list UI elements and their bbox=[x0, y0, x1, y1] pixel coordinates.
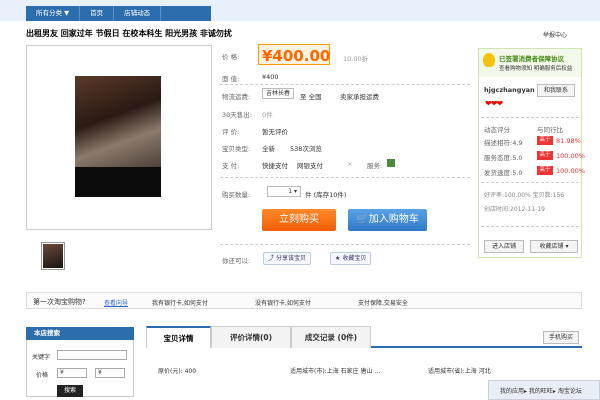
price-max-input[interactable]: ¥ bbox=[95, 368, 125, 378]
tab-records[interactable]: 成交记录 (0件) bbox=[291, 326, 371, 348]
shipping-label: 物流运费: bbox=[222, 93, 251, 101]
divider bbox=[220, 84, 470, 85]
share-button[interactable]: ⤴ 分享该宝贝 bbox=[263, 252, 311, 265]
help-link[interactable]: 支付保障,交易安全 bbox=[358, 298, 408, 307]
payment-label: 支 付: bbox=[222, 162, 240, 170]
rating-shipping: 发货速度:5.0 bbox=[484, 169, 523, 177]
type-label: 宝贝类型: bbox=[222, 145, 251, 153]
favorite-shop-button[interactable]: 收藏店铺 ▾ bbox=[530, 240, 578, 253]
price-value: ¥400.00 bbox=[262, 47, 331, 65]
favorite-item-button[interactable]: ★ 收藏宝贝 bbox=[330, 252, 372, 265]
protect-title: 已签署消费者保障协议 bbox=[499, 55, 564, 63]
nav-home[interactable]: 首页 bbox=[80, 6, 115, 21]
buy-now-button[interactable]: 立刻购买 bbox=[262, 209, 336, 231]
promo-label: 面 值: bbox=[222, 75, 240, 83]
rating-pct: 100.00% bbox=[556, 167, 585, 175]
tab-reviews[interactable]: 评价详情(0) bbox=[211, 326, 291, 348]
rating-title: 动态评分 bbox=[484, 126, 510, 134]
help-link[interactable]: 没有银行卡,如何支付 bbox=[255, 298, 311, 307]
report-link[interactable]: 举报中心 bbox=[543, 30, 567, 39]
price-label: 价 格: bbox=[222, 53, 240, 61]
payment-more[interactable]: × bbox=[347, 160, 352, 168]
favorite-shop-label: 收藏店铺 bbox=[539, 243, 564, 250]
page-title: 出租男友 回家过年 节假日 在校本科生 阳光男孩 非诚勿扰 bbox=[26, 29, 232, 38]
rating-pct: 81.98% bbox=[556, 137, 581, 145]
shipping-to[interactable]: 至 全国 bbox=[300, 91, 322, 101]
guide-link[interactable]: 查看向导 bbox=[104, 298, 128, 307]
divider bbox=[481, 117, 579, 118]
top-nav: 所有分类 ▼ 首页 店铺动态 bbox=[26, 6, 211, 21]
quantity-stepper[interactable]: 1 ▾ bbox=[267, 186, 301, 197]
nav-all-categories[interactable]: 所有分类 ▼ bbox=[26, 6, 81, 21]
keyword-input[interactable] bbox=[57, 350, 127, 360]
shipping-from-select[interactable]: 吉林长春 bbox=[262, 88, 295, 99]
bottom-toolbar-text[interactable]: 我的应用▸ 我的旺旺▸ 淘宝论坛 bbox=[500, 386, 582, 395]
contact-seller-button[interactable]: 和我联系 bbox=[537, 84, 575, 97]
add-to-cart-label: 加入购物车 bbox=[368, 214, 419, 225]
help-link[interactable]: 我有银行卡,如何支付 bbox=[152, 298, 208, 307]
thumbnail-image bbox=[43, 244, 63, 268]
trophy-icon bbox=[483, 53, 495, 67]
sold-label: 30天售出: bbox=[222, 111, 252, 119]
payment-bank: 网银支付 bbox=[297, 162, 323, 170]
main-image-frame bbox=[26, 45, 212, 230]
province-list: 适用城市(省):上海 河北 bbox=[428, 368, 491, 375]
promo-value: ¥400 bbox=[262, 73, 279, 81]
first-time-text: 第一次淘宝购物? bbox=[33, 298, 86, 306]
service-label: 服务: bbox=[367, 162, 383, 170]
good-rate: 好评率:100.00% 宝贝数:156 bbox=[484, 192, 565, 199]
seller-name[interactable]: hjgczhangyan bbox=[484, 86, 535, 94]
discount-text: 10.00折 bbox=[343, 55, 369, 63]
quantity-value: 1 bbox=[288, 188, 293, 195]
original-price: 原价(元): 400 bbox=[158, 368, 197, 375]
shop-search-title: 本店搜索 bbox=[26, 327, 134, 340]
favorite-item-label: 收藏宝贝 bbox=[342, 255, 367, 262]
city-list: 适用城市(市):上海 石家庄 唐山 ... bbox=[290, 368, 381, 375]
rating-desc: 描述相符:4.9 bbox=[484, 139, 523, 147]
stock-text: 件 (库存10件) bbox=[305, 191, 347, 199]
divider bbox=[220, 177, 470, 178]
view-count: 538次浏览 bbox=[290, 145, 322, 153]
product-photo[interactable] bbox=[75, 76, 161, 197]
add-to-cart-button[interactable]: 🛒加入购物车 bbox=[348, 209, 427, 231]
shop-created: 创店时间:2012-11-19 bbox=[484, 206, 545, 213]
divider bbox=[481, 226, 579, 227]
nav-shop-news[interactable]: 店铺动态 bbox=[114, 6, 162, 21]
sold-value: 0件 bbox=[262, 111, 273, 119]
search-button[interactable]: 搜索 bbox=[57, 385, 83, 397]
rating-pct: 100.00% bbox=[556, 152, 585, 160]
shipping-note: 卖家承担运费 bbox=[340, 93, 379, 101]
enter-shop-button[interactable]: 进入店铺 bbox=[484, 240, 524, 253]
review-value: 暂无评价 bbox=[262, 128, 288, 136]
protect-note[interactable]: 查看购物须知 明确服务后权益 bbox=[499, 64, 572, 72]
type-value: 全新 bbox=[262, 145, 275, 153]
share-label: 你还可以: bbox=[222, 257, 251, 265]
divider bbox=[220, 244, 470, 245]
rating-badge: 高于 bbox=[537, 136, 553, 145]
thumbnail[interactable] bbox=[41, 242, 65, 270]
seller-level-hearts: ❤❤❤ bbox=[485, 99, 503, 108]
mobile-buy-button[interactable]: 手机购买 bbox=[543, 331, 579, 344]
share-icon: ⤴ bbox=[268, 255, 275, 262]
compare-title: 与同行比 bbox=[537, 126, 563, 134]
keyword-label: 关键字 bbox=[32, 354, 51, 361]
share-button-label: 分享该宝贝 bbox=[275, 255, 306, 262]
tab-details[interactable]: 宝贝详情 bbox=[146, 326, 211, 348]
price-min-input[interactable]: ¥ bbox=[57, 368, 87, 378]
rating-service: 服务态度:5.0 bbox=[484, 154, 523, 162]
star-icon: ★ bbox=[335, 255, 341, 262]
review-label: 评 价: bbox=[222, 128, 240, 136]
rating-badge: 高于 bbox=[537, 151, 553, 160]
service-icon bbox=[387, 159, 395, 167]
divider bbox=[481, 182, 579, 183]
cart-icon: 🛒 bbox=[356, 214, 369, 225]
price-filter-label: 价格 bbox=[36, 372, 49, 379]
rating-badge: 高于 bbox=[537, 166, 553, 175]
quantity-label: 购买数量: bbox=[222, 191, 251, 199]
payment-quick: 快捷支付 bbox=[262, 162, 288, 170]
